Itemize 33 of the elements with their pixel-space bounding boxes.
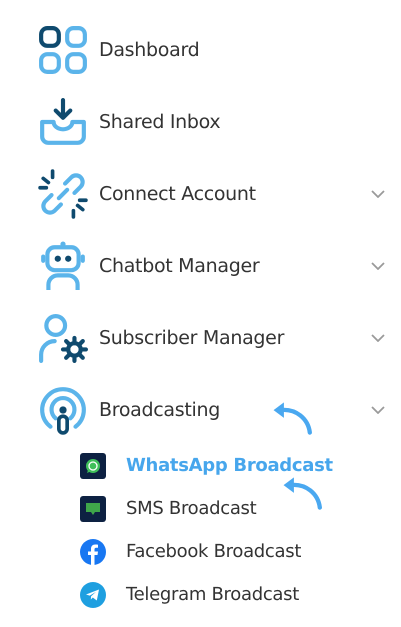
- chevron-down-icon[interactable]: [371, 262, 385, 270]
- inbox-icon: [38, 97, 88, 147]
- facebook-icon: [80, 538, 106, 564]
- broken-link-icon: [38, 169, 88, 219]
- grid-icon: [38, 25, 88, 75]
- submenu-item[interactable]: Facebook Broadcast: [0, 530, 401, 573]
- submenu-item[interactable]: SMS Broadcast: [0, 487, 401, 530]
- menu-item[interactable]: Subscriber Manager: [0, 302, 401, 374]
- submenu-label: WhatsApp Broadcast: [126, 455, 333, 476]
- menu-label: Chatbot Manager: [99, 255, 260, 277]
- submenu-item[interactable]: Telegram Broadcast: [0, 573, 401, 616]
- menu-label: Shared Inbox: [99, 111, 220, 133]
- menu-item[interactable]: Connect Account: [0, 158, 401, 230]
- chevron-down-icon[interactable]: [371, 406, 385, 414]
- chat-bubble-icon: [80, 452, 106, 478]
- menu-item[interactable]: Chatbot Manager: [0, 230, 401, 302]
- submenu-label: Facebook Broadcast: [126, 541, 302, 562]
- user-gear-icon: [38, 313, 88, 363]
- message-icon: [80, 496, 106, 522]
- menu-label: Connect Account: [99, 183, 256, 205]
- menu-item[interactable]: Dashboard: [0, 14, 401, 86]
- chevron-down-icon[interactable]: [371, 334, 385, 342]
- menu-label: Subscriber Manager: [99, 327, 284, 349]
- broadcast-icon: [38, 385, 88, 435]
- menu-label: Broadcasting: [99, 399, 220, 421]
- chevron-down-icon[interactable]: [371, 190, 385, 198]
- menu-item[interactable]: Broadcasting: [0, 374, 401, 446]
- robot-icon: [38, 241, 88, 291]
- menu-item[interactable]: Shared Inbox: [0, 86, 401, 158]
- paper-plane-icon: [80, 582, 106, 608]
- submenu-label: SMS Broadcast: [126, 498, 256, 519]
- menu-label: Dashboard: [99, 39, 200, 61]
- submenu-label: Telegram Broadcast: [126, 584, 299, 605]
